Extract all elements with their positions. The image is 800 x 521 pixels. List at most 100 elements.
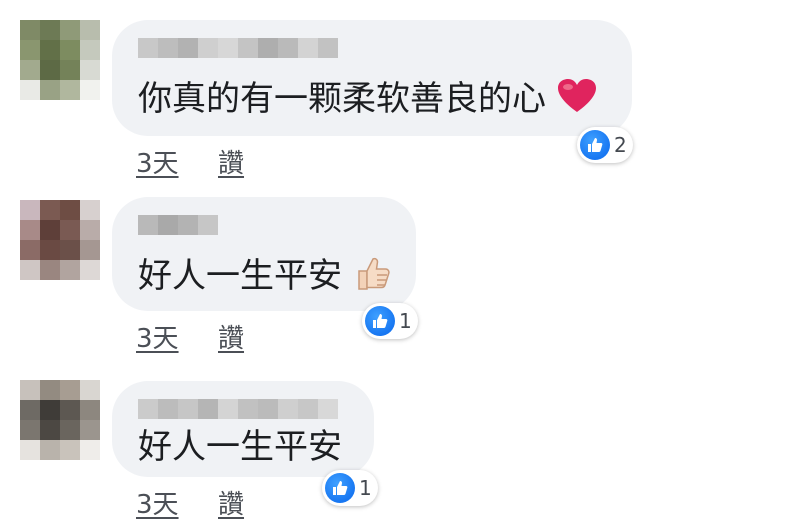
name-blur-pixel: [278, 38, 298, 58]
comment-text-content: 好人一生平安: [138, 256, 342, 296]
avatar-pixel: [20, 440, 40, 460]
avatar-pixel: [60, 80, 80, 100]
thumbs-up-icon: [353, 253, 393, 302]
avatar-pixel: [60, 260, 80, 280]
avatar-pixel: [40, 380, 60, 400]
comment-time-link[interactable]: 3天: [136, 484, 179, 521]
name-blur-pixel: [138, 399, 158, 419]
name-blur-pixel: [138, 215, 158, 235]
avatar-pixel: [60, 400, 80, 420]
red-heart-icon: [557, 78, 597, 123]
avatar-pixel: [20, 240, 40, 260]
name-blur-pixel: [218, 399, 238, 419]
name-blur-pixel: [298, 38, 318, 58]
name-blur-pixel: [238, 399, 258, 419]
name-blur-pixel: [158, 38, 178, 58]
like-link[interactable]: 讚: [218, 484, 244, 521]
avatar-pixel: [20, 60, 40, 80]
avatar-pixel: [40, 400, 60, 420]
comment-time-link[interactable]: 3天: [136, 318, 179, 355]
avatar-pixel: [80, 20, 100, 40]
comment-text: 你真的有一颗柔软善良的心: [138, 78, 597, 123]
reaction-badge[interactable]: 1: [362, 303, 418, 339]
avatar[interactable]: [20, 380, 100, 460]
comment-text: 好人一生平安: [138, 427, 342, 467]
avatar-pixel: [60, 220, 80, 240]
name-blur-pixel: [298, 399, 318, 419]
commenter-name-blurred[interactable]: [138, 215, 218, 235]
name-blur-pixel: [278, 399, 298, 419]
avatar-pixel: [80, 380, 100, 400]
like-reaction-icon: [325, 473, 355, 503]
avatar-pixel: [60, 380, 80, 400]
name-blur-pixel: [258, 38, 278, 58]
avatar-pixel: [80, 400, 100, 420]
avatar-pixel: [60, 60, 80, 80]
like-reaction-icon: [580, 130, 610, 160]
like-reaction-icon: [365, 306, 395, 336]
avatar[interactable]: [20, 200, 100, 280]
avatar-pixel: [40, 420, 60, 440]
avatar-pixel: [80, 260, 100, 280]
comment-time-link[interactable]: 3天: [136, 143, 179, 180]
avatar-pixel: [60, 200, 80, 220]
reaction-badge[interactable]: 2: [577, 127, 633, 163]
name-blur-pixel: [158, 215, 178, 235]
avatar-pixel: [60, 240, 80, 260]
comment-text-content: 好人一生平安: [138, 427, 342, 467]
name-blur-pixel: [238, 38, 258, 58]
avatar-pixel: [20, 260, 40, 280]
avatar-pixel: [40, 60, 60, 80]
reaction-count: 1: [399, 309, 412, 333]
comment-bubble: 好人一生平安: [112, 197, 416, 311]
comment-bubble: 好人一生平安: [112, 381, 374, 477]
reaction-count: 1: [359, 476, 372, 500]
reaction-badge[interactable]: 1: [322, 470, 378, 506]
avatar-pixel: [20, 380, 40, 400]
name-blur-pixel: [198, 399, 218, 419]
avatar-pixel: [20, 200, 40, 220]
name-blur-pixel: [198, 38, 218, 58]
name-blur-pixel: [158, 399, 178, 419]
comment-text-content: 你真的有一颗柔软善良的心: [138, 79, 546, 119]
avatar-pixel: [40, 40, 60, 60]
comment-bubble: 你真的有一颗柔软善良的心: [112, 20, 632, 136]
avatar-pixel: [20, 420, 40, 440]
avatar-pixel: [40, 440, 60, 460]
name-blur-pixel: [318, 38, 338, 58]
avatar-pixel: [80, 40, 100, 60]
reaction-count: 2: [614, 133, 627, 157]
avatar-pixel: [60, 40, 80, 60]
avatar-pixel: [20, 80, 40, 100]
avatar-pixel: [40, 220, 60, 240]
like-link[interactable]: 讚: [218, 318, 244, 355]
avatar-pixel: [40, 200, 60, 220]
name-blur-pixel: [178, 399, 198, 419]
avatar-pixel: [20, 400, 40, 420]
avatar-pixel: [80, 440, 100, 460]
avatar-pixel: [40, 20, 60, 40]
avatar-pixel: [60, 20, 80, 40]
avatar-pixel: [40, 260, 60, 280]
comment-text: 好人一生平安: [138, 253, 393, 302]
avatar[interactable]: [20, 20, 100, 100]
commenter-name-blurred[interactable]: [138, 399, 338, 419]
avatar-pixel: [80, 60, 100, 80]
avatar-pixel: [80, 240, 100, 260]
name-blur-pixel: [258, 399, 278, 419]
avatar-pixel: [20, 20, 40, 40]
name-blur-pixel: [198, 215, 218, 235]
name-blur-pixel: [318, 399, 338, 419]
commenter-name-blurred[interactable]: [138, 38, 338, 58]
avatar-pixel: [80, 220, 100, 240]
avatar-pixel: [80, 80, 100, 100]
name-blur-pixel: [178, 38, 198, 58]
avatar-pixel: [80, 200, 100, 220]
avatar-pixel: [60, 440, 80, 460]
name-blur-pixel: [178, 215, 198, 235]
name-blur-pixel: [218, 38, 238, 58]
avatar-pixel: [80, 420, 100, 440]
avatar-pixel: [60, 420, 80, 440]
like-link[interactable]: 讚: [218, 143, 244, 180]
name-blur-pixel: [138, 38, 158, 58]
